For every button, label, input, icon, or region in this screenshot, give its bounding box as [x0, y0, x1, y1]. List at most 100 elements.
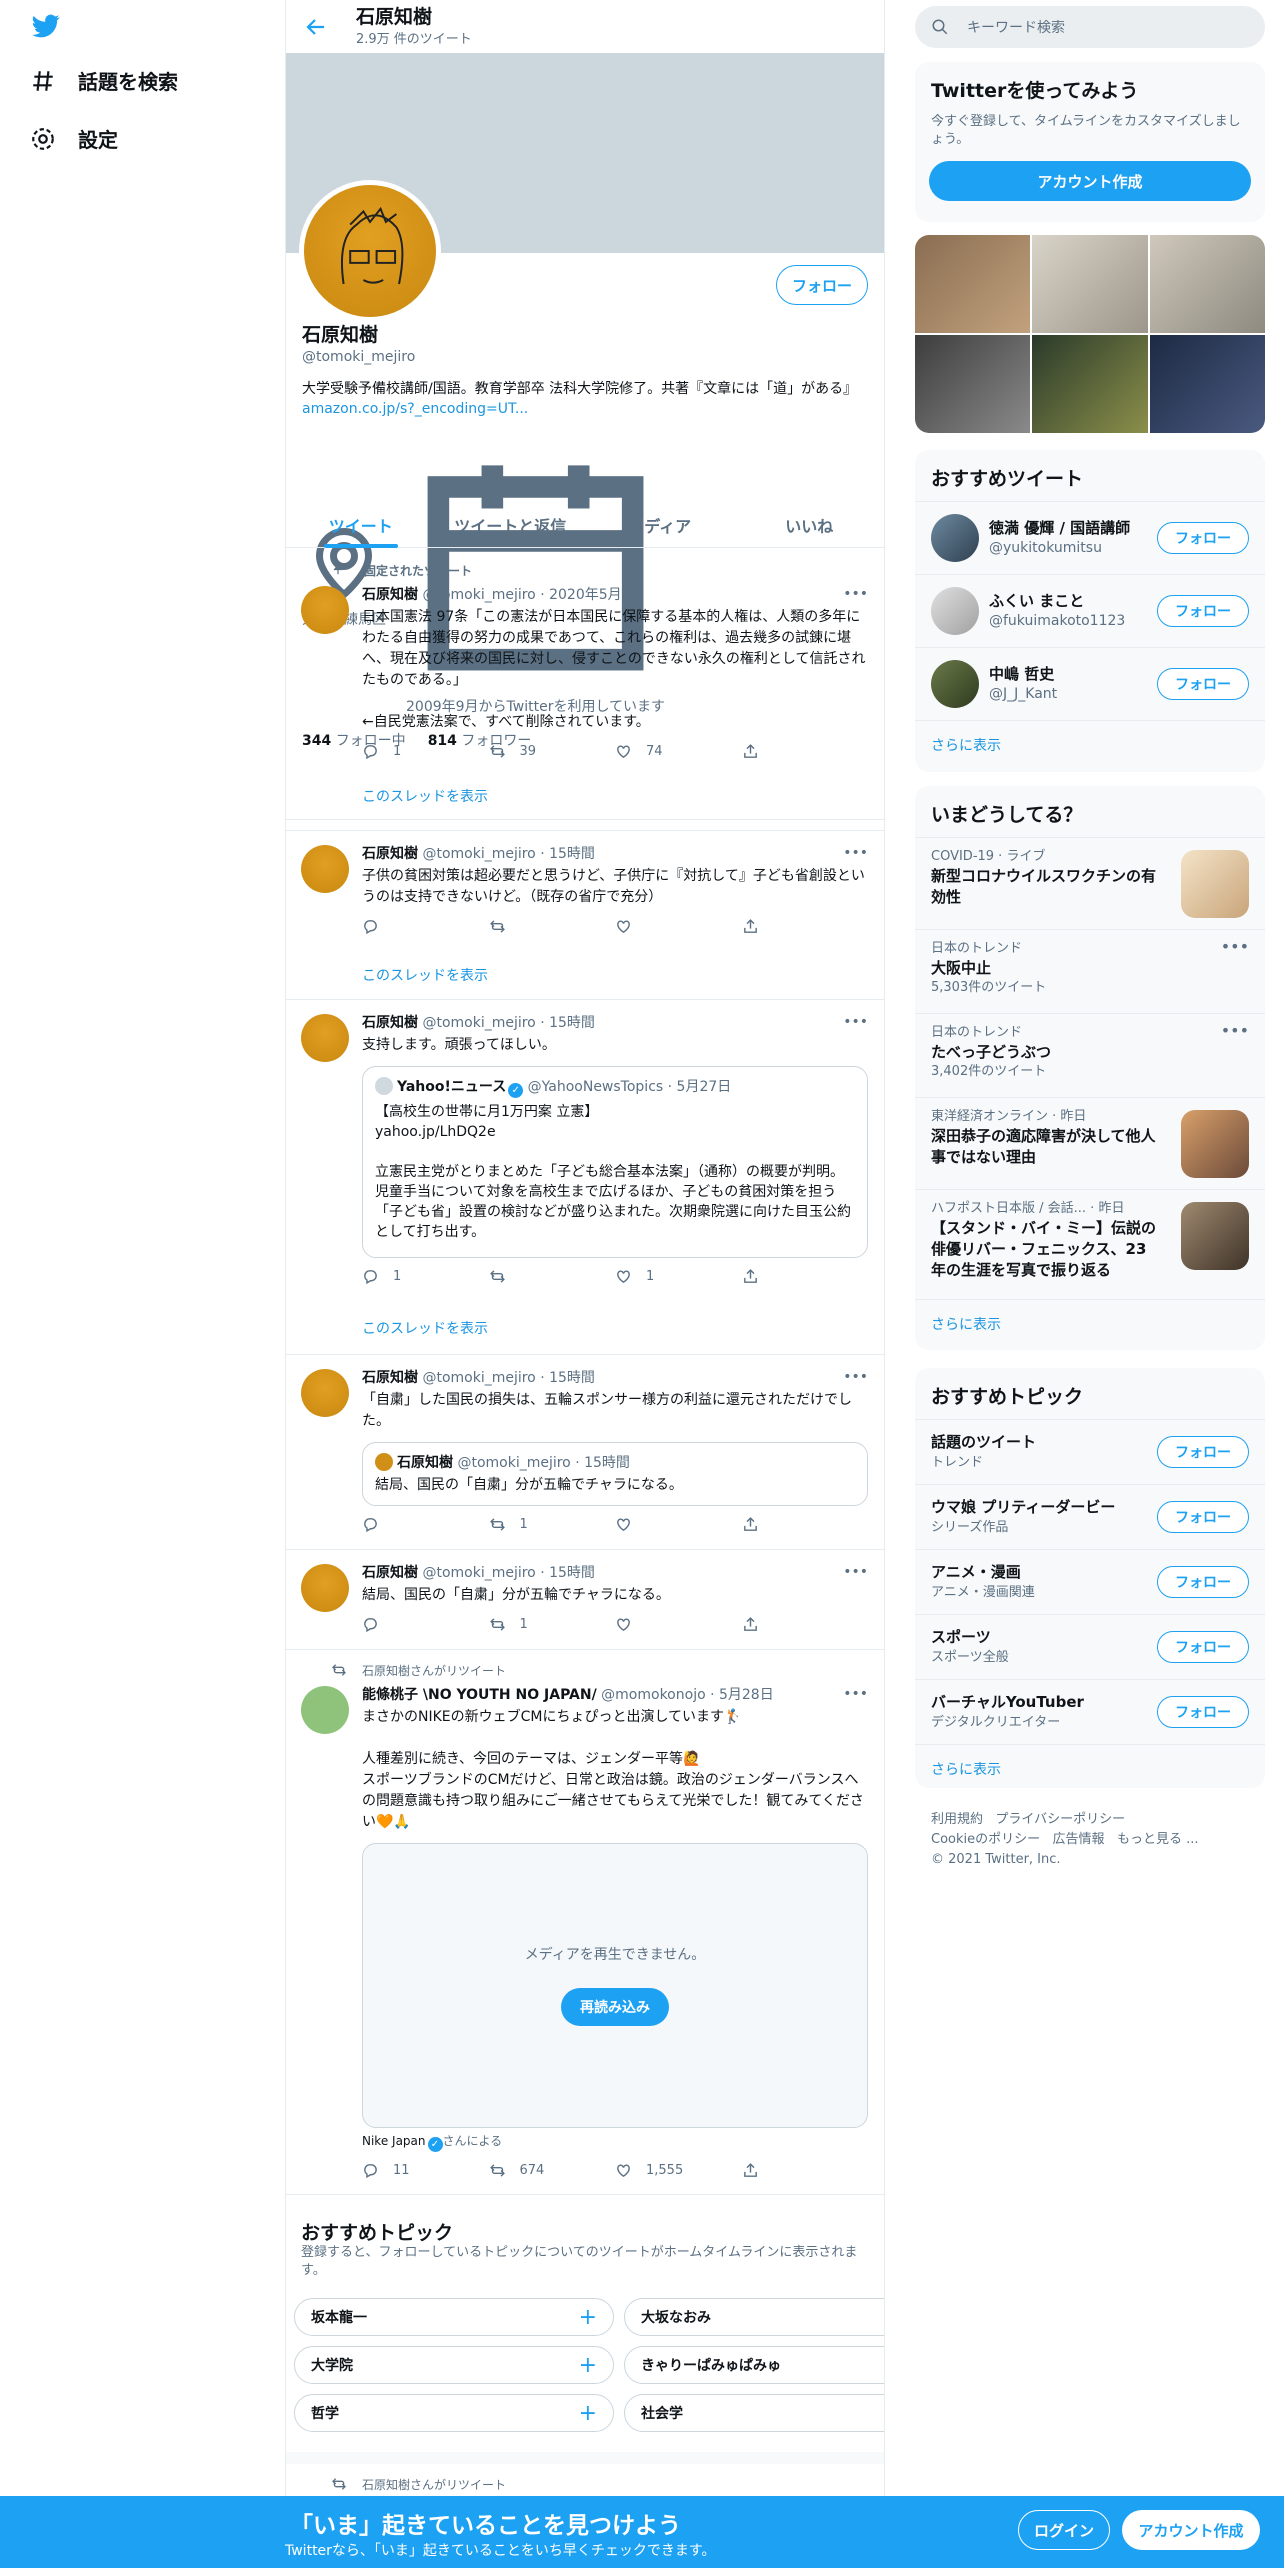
follow-button[interactable]: フォロー: [1157, 1501, 1249, 1533]
topic-row[interactable]: ウマ娘 プリティーダービー シリーズ作品 フォロー: [915, 1484, 1265, 1549]
topic-pill[interactable]: きゃりーぱみゅぱみゅ: [624, 2346, 884, 2384]
tab-tweets-replies[interactable]: ツイートと返信: [436, 500, 586, 547]
share-button[interactable]: [742, 1516, 869, 1533]
tweet-author[interactable]: 石原知樹: [362, 1565, 418, 1581]
more-icon[interactable]: •••: [843, 845, 868, 861]
trend-item[interactable]: ハフポスト日本版 / 会話... · 昨日 【スタンド・バイ・ミー】伝説の俳優リ…: [915, 1189, 1265, 1299]
tweet-item[interactable]: 石原知樹さんがリツイート 能條桃子 \NO YOUTH NO JAPAN/ @m…: [286, 1650, 884, 2195]
rec-user[interactable]: ふくい まこと @fukuimakoto1123 フォロー: [915, 574, 1265, 647]
search-input[interactable]: キーワード検索: [967, 17, 1065, 37]
like-button[interactable]: [615, 1616, 742, 1633]
share-button[interactable]: [742, 743, 869, 760]
tab-likes[interactable]: いいね: [735, 500, 885, 547]
avatar[interactable]: [301, 1369, 349, 1417]
create-account-button[interactable]: アカウント作成: [929, 161, 1251, 201]
like-button[interactable]: 1,555: [615, 2162, 742, 2179]
follow-button[interactable]: フォロー: [1157, 1436, 1249, 1468]
media-grid[interactable]: [915, 235, 1265, 433]
show-more-link[interactable]: さらに表示: [915, 1299, 1265, 1348]
tab-tweets[interactable]: ツイート: [286, 500, 436, 548]
topic-pill[interactable]: 坂本龍一 +: [294, 2298, 614, 2336]
tweet-author[interactable]: 石原知樹: [362, 587, 418, 603]
tab-media[interactable]: メディア: [585, 500, 735, 547]
tweet-author[interactable]: 石原知樹: [362, 1370, 418, 1386]
media-thumb[interactable]: [1032, 335, 1148, 433]
profile-avatar[interactable]: [299, 180, 441, 322]
follow-button[interactable]: フォロー: [1157, 522, 1249, 554]
topic-row[interactable]: バーチャルYouTuber デジタルクリエイター フォロー: [915, 1679, 1265, 1744]
footer-ads-link[interactable]: 広告情報: [1053, 1832, 1105, 1847]
retweet-button[interactable]: 1: [489, 1516, 616, 1533]
twitter-logo-icon[interactable]: [30, 12, 62, 40]
share-button[interactable]: [742, 1268, 869, 1285]
tweet-item[interactable]: 石原知樹 @tomoki_mejiro · 15時間 ••• 子供の貧困対策は超…: [286, 830, 884, 1000]
topic-row[interactable]: 話題のツイート トレンド フォロー: [915, 1419, 1265, 1484]
like-button[interactable]: 74: [615, 743, 742, 760]
follow-button[interactable]: フォロー: [1157, 1631, 1249, 1663]
nav-settings[interactable]: 設定: [30, 124, 118, 153]
media-thumb[interactable]: [915, 235, 1031, 333]
more-icon[interactable]: •••: [1221, 1022, 1249, 1040]
like-button[interactable]: 1: [615, 1268, 742, 1285]
retweet-button[interactable]: [489, 1268, 616, 1285]
like-button[interactable]: [615, 1516, 742, 1533]
avatar[interactable]: [301, 586, 349, 634]
more-icon[interactable]: •••: [843, 586, 868, 602]
media-thumb[interactable]: [1149, 335, 1265, 433]
tweet-item[interactable]: 石原知樹 @tomoki_mejiro · 15時間 ••• 支持します。頑張っ…: [286, 1000, 884, 1355]
topic-pill[interactable]: 哲学 +: [294, 2394, 614, 2432]
trend-item[interactable]: COVID-19 · ライブ 新型コロナウイルスワクチンの有効性: [915, 837, 1265, 929]
trend-item[interactable]: 日本のトレンド 大阪中止 5,303件のツイート •••: [915, 929, 1265, 1013]
avatar[interactable]: [301, 1564, 349, 1612]
promoter-name[interactable]: Nike Japan: [362, 2134, 426, 2148]
bio-link[interactable]: amazon.co.jp/s?_encoding=UT...: [302, 401, 528, 417]
retweet-button[interactable]: 1: [489, 1616, 616, 1633]
retweet-button[interactable]: 39: [489, 743, 616, 760]
follow-button[interactable]: フォロー: [1157, 595, 1249, 627]
share-button[interactable]: [742, 918, 869, 935]
more-icon[interactable]: •••: [1221, 938, 1249, 956]
trend-item[interactable]: 東洋経済オンライン · 昨日 深田恭子の適応障害が決して他人事ではない理由: [915, 1097, 1265, 1189]
reply-button[interactable]: 1: [362, 743, 489, 760]
quote-tweet[interactable]: 石原知樹 @tomoki_mejiro · 15時間 結局、国民の「自粛」分が五…: [362, 1442, 868, 1506]
topic-row[interactable]: スポーツ スポーツ全般 フォロー: [915, 1614, 1265, 1679]
tweet-author[interactable]: 能條桃子 \NO YOUTH NO JAPAN/: [362, 1687, 597, 1703]
avatar[interactable]: [301, 1686, 349, 1734]
rec-user[interactable]: 徳満 優輝 / 国語講師 @yukitokumitsu フォロー: [915, 501, 1265, 574]
avatar[interactable]: [301, 845, 349, 893]
topic-row[interactable]: アニメ・漫画 アニメ・漫画関連 フォロー: [915, 1549, 1265, 1614]
avatar[interactable]: [301, 1014, 349, 1062]
more-icon[interactable]: •••: [843, 1369, 868, 1385]
footer-terms-link[interactable]: 利用規約: [931, 1812, 983, 1827]
tweet-author[interactable]: 石原知樹: [362, 1015, 418, 1031]
login-button[interactable]: ログイン: [1018, 2510, 1110, 2550]
share-button[interactable]: [742, 1616, 869, 1633]
follow-button[interactable]: フォロー: [776, 265, 868, 305]
show-thread-link[interactable]: このスレッドを表示: [362, 786, 488, 806]
follow-button[interactable]: フォロー: [1157, 1696, 1249, 1728]
more-icon[interactable]: •••: [843, 1686, 868, 1702]
trend-item[interactable]: 日本のトレンド たべっ子どうぶつ 3,402件のツイート •••: [915, 1013, 1265, 1097]
show-thread-link[interactable]: このスレッドを表示: [362, 965, 488, 985]
back-arrow-icon[interactable]: [304, 15, 328, 39]
reply-button[interactable]: [362, 1616, 489, 1633]
media-thumb[interactable]: [915, 335, 1031, 433]
reply-button[interactable]: [362, 918, 489, 935]
retweet-button[interactable]: [489, 918, 616, 935]
rec-user[interactable]: 中嶋 哲史 @J_J_Kant フォロー: [915, 647, 1265, 720]
reply-button[interactable]: [362, 1516, 489, 1533]
media-thumb[interactable]: [1149, 235, 1265, 333]
topic-pill[interactable]: 大坂なおみ: [624, 2298, 884, 2336]
show-more-link[interactable]: さらに表示: [915, 720, 1265, 769]
search-box[interactable]: キーワード検索: [915, 6, 1265, 48]
media-thumb[interactable]: [1032, 235, 1148, 333]
footer-cookie-link[interactable]: Cookieのポリシー: [931, 1832, 1040, 1847]
tweet-item[interactable]: 固定されたツイート 石原知樹 @tomoki_mejiro · 2020年5月7…: [286, 550, 884, 820]
tweet-item[interactable]: 石原知樹 @tomoki_mejiro · 15時間 ••• 「自粛」した国民の…: [286, 1355, 884, 1550]
tweet-item[interactable]: 石原知樹 @tomoki_mejiro · 15時間 ••• 結局、国民の「自粛…: [286, 1550, 884, 1650]
tweet-author[interactable]: 石原知樹: [362, 846, 418, 862]
topic-pill[interactable]: 大学院 +: [294, 2346, 614, 2384]
nav-explore[interactable]: 話題を検索: [30, 66, 178, 95]
quote-tweet[interactable]: Yahoo!ニュース ✓ @YahooNewsTopics · 5月27日 【高校…: [362, 1066, 868, 1258]
footer-more-link[interactable]: もっと見る ...: [1117, 1832, 1199, 1847]
